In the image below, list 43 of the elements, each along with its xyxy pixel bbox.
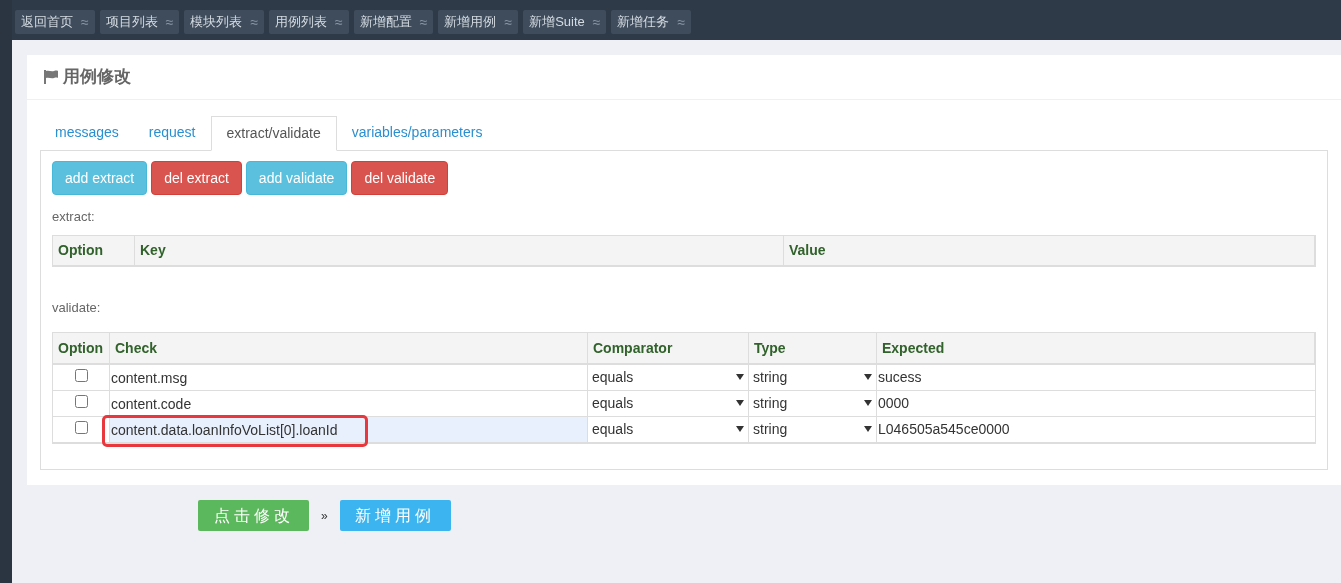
tab[interactable]: messages <box>40 115 134 150</box>
caret-icon <box>736 374 744 380</box>
row-checkbox[interactable] <box>74 395 88 408</box>
column-header: Comparator <box>588 333 749 363</box>
column-header: Check <box>110 333 588 363</box>
section-label: validate: <box>52 298 102 317</box>
caret-icon <box>864 374 872 380</box>
caret-icon <box>864 400 872 406</box>
caret-icon <box>736 400 744 406</box>
nav-button[interactable]: 用例列表 ≈ <box>269 10 349 34</box>
row-checkbox[interactable] <box>74 421 88 434</box>
type-select[interactable]: string <box>753 366 788 388</box>
caret-icon <box>864 426 872 432</box>
nav-button[interactable]: 新增Suite ≈ <box>523 10 607 34</box>
tab[interactable]: extract/validate <box>210 116 337 151</box>
row-checkbox[interactable] <box>74 369 88 382</box>
nav-button[interactable]: 新增用例 ≈ <box>438 10 519 34</box>
column-header: Expected <box>877 333 1315 363</box>
column-header: Option <box>53 235 135 265</box>
flag-icon <box>43 70 59 84</box>
section-label: extract: <box>52 208 96 226</box>
type-select[interactable]: string <box>753 418 788 440</box>
column-header: Type <box>749 333 877 363</box>
page-title: 用例修改 <box>63 66 131 89</box>
action-button[interactable]: del validate <box>351 161 449 195</box>
nav-button[interactable]: 模块列表 ≈ <box>184 10 265 34</box>
check-field[interactable]: content.data.loanInfoVoList[0].loanId <box>110 417 587 442</box>
comparator-select[interactable]: equals <box>592 392 634 414</box>
tab[interactable]: request <box>133 115 211 150</box>
caret-icon <box>736 426 744 432</box>
nav-button[interactable]: 返回首页 ≈ <box>15 10 95 34</box>
separator: » <box>321 507 328 525</box>
comparator-select[interactable]: equals <box>592 366 634 388</box>
column-header: Option <box>53 333 110 363</box>
nav-button[interactable]: 新增配置 ≈ <box>353 10 434 34</box>
comparator-select[interactable]: equals <box>592 418 634 440</box>
column-header: Key <box>135 235 784 265</box>
type-select[interactable]: string <box>753 392 788 414</box>
nav-button[interactable]: 项目列表 ≈ <box>99 10 180 34</box>
column-header: Value <box>784 235 1315 265</box>
tab[interactable]: variables/parameters <box>336 115 498 150</box>
action-button[interactable]: del extract <box>151 161 242 195</box>
nav-button[interactable]: 新增任务 ≈ <box>611 10 692 34</box>
